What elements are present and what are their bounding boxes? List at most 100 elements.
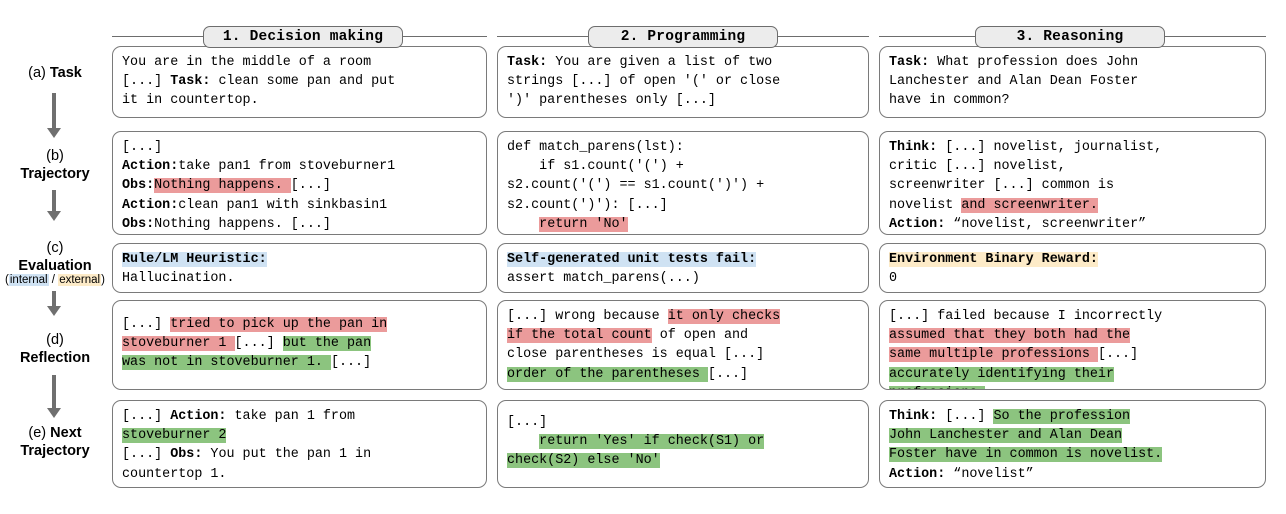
stage-name-task: Task: [50, 65, 82, 81]
text-run: 0: [889, 271, 897, 286]
text-run: “novelist”: [945, 467, 1033, 482]
highlight-green: order of the parentheses: [507, 367, 708, 382]
panel-task-programming: Task: You are given a list of two strings…: [497, 46, 869, 118]
stage-index-e-line: (e) Next: [0, 424, 110, 442]
text-run: close parentheses is equal [...]: [507, 347, 764, 362]
panel-trajectory-decision: [...]Action:take pan1 from stoveburner1 O…: [112, 131, 487, 235]
text-run: assert match_parens(...): [507, 271, 700, 286]
text-run: Obs:: [122, 178, 154, 193]
text-run: [...]: [1098, 347, 1138, 362]
panel-line: s2.count(')'): [...]: [507, 196, 859, 215]
panel-line: Action:clean pan1 with sinkbasin1: [122, 196, 477, 215]
stage-label-reflection: (d) Reflection: [0, 331, 110, 367]
text-run: [507, 434, 539, 449]
panel-reflection-programming: [...] wrong because it only checks if the…: [497, 300, 869, 390]
highlight-green: check(S2) else 'No': [507, 453, 660, 468]
highlight-red: return 'No': [539, 217, 627, 232]
panel-line: professions.: [889, 384, 1256, 390]
text-run: Obs:: [122, 217, 154, 232]
panel-line: Task: What profession does John: [889, 53, 1256, 72]
panel-line: Action:take pan1 from stoveburner1: [122, 157, 477, 176]
panel-line: def match_parens(lst):: [507, 138, 859, 157]
text-run: it in countertop.: [122, 93, 259, 108]
arrow-trajectory-to-evaluation: [52, 190, 56, 212]
panel-line: [...]: [122, 138, 477, 157]
panel-line: stoveburner 2: [122, 426, 477, 445]
text-run: of open and: [652, 328, 748, 343]
text-run: [...]: [937, 409, 993, 424]
text-run: Nothing happens. [...]: [154, 217, 331, 232]
text-run: take pan1 from stoveburner1: [178, 159, 395, 174]
text-run: You are given a list of two: [547, 55, 772, 70]
panel-reflection-decision: [...] tried to pick up the pan in stovebu…: [112, 300, 487, 390]
highlight-red: stoveburner 1: [122, 336, 235, 351]
stage-label-task: (a) Task: [0, 65, 110, 82]
highlight-red: tried to pick up the pan in: [170, 317, 387, 332]
panel-line: [...] Obs: You put the pan 1 in: [122, 445, 477, 464]
text-run: Think:: [889, 409, 937, 424]
panel-line: Task: You are given a list of two: [507, 53, 859, 72]
text-run: [...] novelist, journalist,: [937, 140, 1162, 155]
panel-line: [...] Task: clean some pan and put: [122, 72, 477, 91]
column-tab-decision-making[interactable]: 1. Decision making: [203, 26, 403, 48]
panel-line: s2.count('(') == s1.count(')') +: [507, 176, 859, 195]
highlight-green: John Lanchester and Alan Dean: [889, 428, 1122, 443]
panel-line: screenwriter [...] common is: [889, 176, 1256, 195]
stage-index-a: (a): [28, 65, 46, 81]
stage-name-reflection: Reflection: [0, 349, 110, 367]
highlight-blue: Self-generated unit tests fail:: [507, 252, 756, 267]
panel-line: [...]: [507, 413, 859, 432]
panel-line: same multiple professions [...]: [889, 345, 1256, 364]
note-close-paren: ): [101, 274, 105, 286]
text-run: Task:: [889, 55, 929, 70]
panel-line: 0: [889, 269, 1256, 288]
panel-line: You are in the middle of a room: [122, 53, 477, 72]
panel-line: Think: [...] So the profession: [889, 407, 1256, 426]
note-separator: /: [49, 274, 59, 286]
highlight-green: stoveburner 2: [122, 428, 226, 443]
stage-index-b: (b): [0, 147, 110, 165]
text-run: countertop 1.: [122, 467, 226, 482]
text-run: strings [...] of open '(' or close: [507, 74, 780, 89]
text-run: if s1.count('(') +: [507, 159, 684, 174]
highlight-red: if the total count: [507, 328, 652, 343]
stage-name-evaluation: Evaluation: [0, 257, 110, 275]
panel-line: close parentheses is equal [...]: [507, 345, 859, 364]
column-tab-reasoning[interactable]: 3. Reasoning: [975, 26, 1165, 48]
highlight-red: Nothing happens.: [154, 178, 291, 193]
highlight-red: assumed that they both had the: [889, 328, 1130, 343]
text-run: “novelist, screenwriter”: [945, 217, 1146, 232]
text-run: Task:: [507, 55, 547, 70]
text-run: [507, 217, 539, 232]
stage-name-next-trajectory: Trajectory: [0, 442, 110, 460]
panel-line: Hallucination.: [122, 269, 477, 288]
panel-line: John Lanchester and Alan Dean: [889, 426, 1256, 445]
panel-line: [...] wrong because it only checks: [507, 307, 859, 326]
panel-line: strings [...] of open '(' or close: [507, 72, 859, 91]
text-run: [...] failed because I incorrectly: [889, 309, 1162, 324]
highlight-green: was not in stoveburner 1.: [122, 355, 331, 370]
panel-line: Environment Binary Reward:: [889, 250, 1256, 269]
panel-evaluation-reasoning: Environment Binary Reward: 0: [879, 243, 1266, 293]
text-run: [...] wrong because: [507, 309, 668, 324]
text-run: [...]: [331, 355, 371, 370]
stage-name-trajectory: Trajectory: [0, 165, 110, 183]
panel-line: stoveburner 1 [...] but the pan: [122, 334, 477, 353]
column-tab-programming[interactable]: 2. Programming: [588, 26, 778, 48]
panel-line: [...] failed because I incorrectly: [889, 307, 1256, 326]
text-run: screenwriter [...] common is: [889, 178, 1114, 193]
panel-next-trajectory-programming: [...] return 'Yes' if check(S1) orcheck(…: [497, 400, 869, 488]
highlight-red: same multiple professions: [889, 347, 1098, 362]
panel-reflection-reasoning: [...] failed because I incorrectly assume…: [879, 300, 1266, 390]
stage-label-next-trajectory: (e) Next Trajectory: [0, 424, 110, 460]
evaluation-source-note: (internal / external): [0, 274, 114, 287]
stage-label-evaluation: (c) Evaluation: [0, 239, 110, 275]
panel-line: check(S2) else 'No': [507, 451, 859, 470]
highlight-blue: Rule/LM Heuristic:: [122, 252, 267, 267]
text-run: Action:: [170, 409, 226, 424]
highlight-red: and screenwriter.: [961, 198, 1098, 213]
text-run: Action:: [889, 467, 945, 482]
text-run: You put the pan 1 in: [202, 447, 371, 462]
stage-label-trajectory: (b) Trajectory: [0, 147, 110, 183]
stage-index-c: (c): [0, 239, 110, 257]
